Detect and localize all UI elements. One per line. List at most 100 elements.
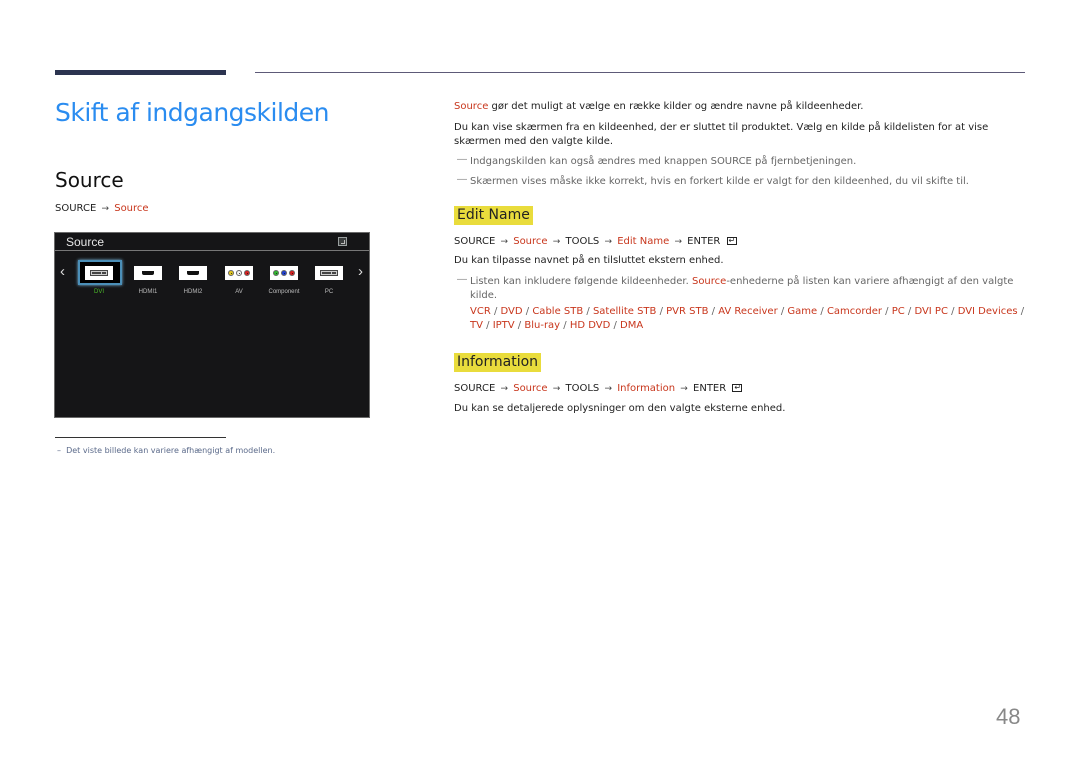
- path-step: Source: [513, 383, 548, 394]
- device-separator: /: [817, 306, 827, 317]
- hdmi-port-icon: [134, 266, 162, 280]
- device-name: VCR: [470, 306, 491, 317]
- device-name: PC: [891, 306, 905, 317]
- menu-path-target: Source: [114, 203, 149, 214]
- device-separator: /: [656, 306, 667, 317]
- note-text: Listen kan inkludere følgende kildeenhed…: [470, 276, 692, 287]
- header-bar-thick: [55, 70, 226, 75]
- device-separator: /: [514, 320, 525, 331]
- arrow-right-icon: →: [500, 384, 509, 394]
- device-list: VCR / DVD / Cable STB / Satellite STB / …: [470, 305, 1030, 333]
- tools-icon[interactable]: [338, 237, 347, 246]
- chevron-right-icon[interactable]: ›: [358, 263, 363, 280]
- header-rule: [255, 72, 1025, 73]
- device-name: AV Receiver: [718, 306, 778, 317]
- source-item-av[interactable]: AV: [217, 261, 261, 295]
- path-step: SOURCE: [454, 236, 496, 247]
- note-text: Skærmen vises måske ikke korrekt, hvis e…: [470, 176, 969, 187]
- source-term: Source: [691, 276, 727, 287]
- device-separator: /: [1017, 306, 1025, 317]
- device-name: DVI Devices: [957, 306, 1018, 317]
- intro-text: gør det muligt at vælge en række kilder …: [488, 101, 864, 112]
- footnote-text: Det viste billede kan variere afhængigt …: [66, 446, 276, 455]
- note-wrong-source: ― Skærmen vises måske ikke korrekt, hvis…: [454, 174, 1029, 189]
- device-separator: /: [560, 320, 570, 331]
- device-name: IPTV: [492, 320, 515, 331]
- pc-port-icon: [315, 266, 343, 280]
- chevron-left-icon[interactable]: ‹: [60, 263, 65, 280]
- footnote: – Det viste billede kan variere afhængig…: [57, 446, 275, 455]
- path-step: Source: [513, 236, 548, 247]
- device-separator: /: [777, 306, 788, 317]
- arrow-right-icon: →: [552, 237, 561, 247]
- information-path: SOURCE → Source → TOOLS → Information → …: [454, 381, 1029, 396]
- source-label: HDMI1: [138, 289, 158, 295]
- tv-source-panel: Source ‹ DVI HDMI1 HDMI2 AV Component PC: [54, 232, 370, 418]
- device-name: Camcorder: [826, 306, 882, 317]
- source-item-pc[interactable]: PC: [307, 261, 351, 295]
- source-item-hdmi1[interactable]: HDMI1: [126, 261, 170, 295]
- device-separator: /: [881, 306, 892, 317]
- device-separator: /: [490, 306, 501, 317]
- menu-path-root: SOURCE: [55, 203, 97, 214]
- enter-icon: [732, 381, 743, 395]
- device-name: Game: [787, 306, 818, 317]
- arrow-right-icon: →: [552, 384, 561, 394]
- arrow-right-icon: →: [674, 237, 682, 247]
- source-item-hdmi2[interactable]: HDMI2: [171, 261, 215, 295]
- section-title: Source: [55, 168, 124, 192]
- source-label: Component: [268, 289, 300, 295]
- source-label: HDMI2: [183, 289, 203, 295]
- source-item-dvi[interactable]: DVI: [77, 260, 122, 295]
- information-heading: Information: [454, 353, 542, 372]
- device-name: HD DVD: [569, 320, 611, 331]
- note-dash-icon: ―: [457, 154, 467, 165]
- information-description: Du kan se detaljerede oplysninger om den…: [454, 403, 786, 414]
- dvi-port-icon: [85, 266, 113, 280]
- source-label: PC: [324, 289, 334, 295]
- device-separator: /: [482, 320, 493, 331]
- device-name: Blu-ray: [524, 320, 561, 331]
- device-separator: /: [708, 306, 719, 317]
- footnote-dash: –: [57, 446, 61, 455]
- path-step: ENTER: [693, 383, 727, 394]
- path-step: Edit Name: [617, 236, 670, 247]
- path-step: SOURCE: [454, 383, 496, 394]
- path-step: ENTER: [687, 236, 721, 247]
- arrow-right-icon: →: [500, 237, 509, 247]
- note-dash-icon: ―: [457, 174, 467, 185]
- arrow-right-icon: →: [101, 204, 110, 214]
- edit-name-path: SOURCE → Source → TOOLS → Edit Name → EN…: [454, 234, 1029, 249]
- note-source-button: ― Indgangskilden kan også ændres med kna…: [454, 154, 1029, 169]
- note-text: Indgangskilden kan også ændres med knapp…: [470, 156, 857, 167]
- source-item-component[interactable]: Component: [262, 261, 306, 295]
- rca-av-icon: [225, 266, 253, 280]
- path-step: TOOLS: [565, 383, 600, 394]
- device-separator: /: [904, 306, 915, 317]
- note-dash-icon: ―: [457, 274, 467, 285]
- page-number: 48: [996, 704, 1021, 729]
- device-name: TV: [470, 320, 483, 331]
- hdmi-port-icon: [179, 266, 207, 280]
- intro-line-2: Du kan vise skærmen fra en kildeenhed, d…: [454, 122, 989, 147]
- device-name: Satellite STB: [592, 306, 657, 317]
- source-label: DVI: [93, 289, 104, 295]
- edit-name-heading: Edit Name: [454, 206, 533, 225]
- path-step: TOOLS: [565, 236, 600, 247]
- footnote-divider: [55, 437, 226, 438]
- device-name: DVD: [500, 306, 523, 317]
- rca-component-icon: [270, 266, 298, 280]
- intro-line-1: Source gør det muligt at vælge en række …: [454, 100, 1029, 114]
- source-term: Source: [454, 101, 489, 112]
- enter-icon: [726, 234, 737, 248]
- menu-path: SOURCE → Source: [55, 203, 149, 214]
- page-title: Skift af indgangskilden: [55, 98, 330, 127]
- edit-name-note: ― Listen kan inkludere følgende kildeenh…: [454, 274, 1029, 303]
- edit-name-description: Du kan tilpasse navnet på en tilsluttet …: [454, 255, 724, 266]
- device-name: PVR STB: [666, 306, 709, 317]
- device-name: Cable STB: [532, 306, 584, 317]
- device-separator: /: [610, 320, 621, 331]
- device-name: DMA: [620, 320, 644, 331]
- arrow-right-icon: →: [604, 384, 613, 394]
- device-separator: /: [947, 306, 958, 317]
